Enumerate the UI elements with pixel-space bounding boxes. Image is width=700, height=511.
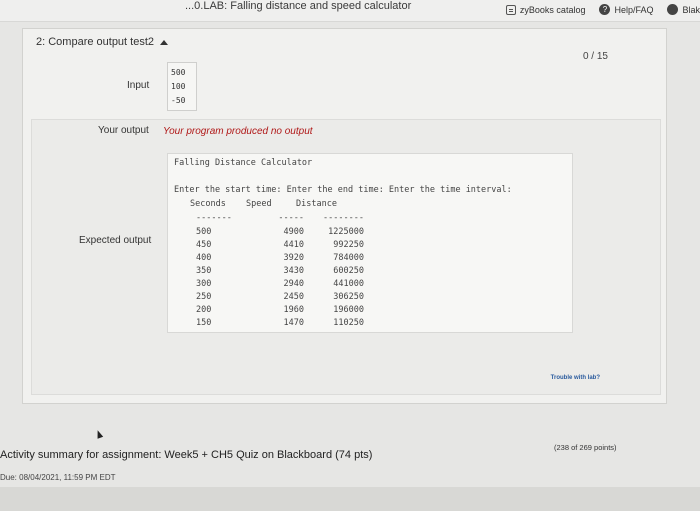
cell-seconds: 500 xyxy=(196,227,212,237)
expected-column-headers: Seconds Speed Distance xyxy=(190,199,356,209)
book-icon xyxy=(505,4,516,15)
test-toggle[interactable]: 2: Compare output test2 xyxy=(36,36,169,48)
cell-distance: 992250 xyxy=(333,240,364,250)
expected-title: Falling Distance Calculator xyxy=(174,158,313,168)
user-menu-link[interactable]: Blak xyxy=(667,4,700,15)
dash-speed: ----- xyxy=(278,213,304,223)
header-dashes: ------- ----- -------- xyxy=(196,213,364,223)
dash-distance: -------- xyxy=(323,213,364,223)
help-faq-label: Help/FAQ xyxy=(614,4,654,15)
test-card: 2: Compare output test2 0 / 15 Input 500… xyxy=(22,28,667,404)
test-title: 2: Compare output test2 xyxy=(36,36,155,48)
help-faq-link[interactable]: ? Help/FAQ xyxy=(599,4,653,15)
cell-seconds: 200 xyxy=(196,305,212,315)
input-value: 100 xyxy=(171,82,186,91)
cell-distance: 196000 xyxy=(333,305,364,315)
table-row: 150 1470 110250 xyxy=(196,317,364,330)
zybooks-catalog-link[interactable]: zyBooks catalog xyxy=(505,4,586,15)
cell-speed: 1470 xyxy=(283,318,304,328)
cell-speed: 2450 xyxy=(283,292,304,302)
table-row: 400 3920 784000 xyxy=(196,252,364,265)
page-title: ...0.LAB: Falling distance and speed cal… xyxy=(185,0,412,12)
cell-seconds: 450 xyxy=(196,240,212,250)
expected-output-box: Falling Distance Calculator Enter the st… xyxy=(167,153,573,333)
trouble-with-lab-link[interactable]: Trouble with lab? xyxy=(551,375,600,381)
dash-seconds: ------- xyxy=(196,213,232,223)
cell-distance: 1225000 xyxy=(328,227,364,237)
header-distance: Distance xyxy=(296,199,337,209)
user-name-label: Blak xyxy=(682,4,700,15)
cell-distance: 306250 xyxy=(333,292,364,302)
points-total: (238 of 269 points) xyxy=(554,443,617,452)
cell-distance: 784000 xyxy=(333,253,364,263)
zybooks-catalog-label: zyBooks catalog xyxy=(519,4,586,15)
expected-output-label: Expected output xyxy=(79,235,152,246)
chevron-up-icon xyxy=(160,39,169,45)
cell-speed: 4410 xyxy=(283,240,304,250)
cell-seconds: 350 xyxy=(196,266,212,276)
cell-distance: 110250 xyxy=(333,318,364,328)
due-date: Due: 08/04/2021, 11:59 PM EDT xyxy=(0,473,116,482)
top-links: zyBooks catalog ? Help/FAQ Blak xyxy=(505,4,700,15)
table-row: 450 4410 992250 xyxy=(196,239,364,252)
table-row: 500 4900 1225000 xyxy=(196,226,364,239)
cell-speed: 4900 xyxy=(283,227,304,237)
cell-distance: 441000 xyxy=(333,279,364,289)
your-output-text: Your program produced no output xyxy=(163,126,313,137)
input-value: 500 xyxy=(171,68,186,77)
cell-seconds: 300 xyxy=(196,279,212,289)
mouse-cursor-icon xyxy=(94,429,104,439)
cell-seconds: 400 xyxy=(196,253,212,263)
table-row: 300 2940 441000 xyxy=(196,278,364,291)
input-value: -50 xyxy=(171,96,186,105)
input-values-box: 500 100 -50 xyxy=(167,62,197,111)
bottom-bar xyxy=(0,487,700,511)
table-row: 250 2450 306250 xyxy=(196,291,364,304)
top-bar: ...0.LAB: Falling distance and speed cal… xyxy=(0,0,700,22)
test-score: 0 / 15 xyxy=(582,51,608,62)
activity-summary: Activity summary for assignment: Week5 +… xyxy=(0,449,373,461)
expected-prompt: Enter the start time: Enter the end time… xyxy=(174,185,512,195)
user-icon xyxy=(667,4,679,15)
header-speed: Speed xyxy=(246,199,272,209)
help-icon: ? xyxy=(599,4,611,15)
cell-speed: 3920 xyxy=(283,253,304,263)
input-label: Input xyxy=(127,80,150,91)
cell-speed: 1960 xyxy=(283,305,304,315)
your-output-label: Your output xyxy=(98,125,149,136)
table-row: 200 1960 196000 xyxy=(196,304,364,317)
header-seconds: Seconds xyxy=(190,199,226,209)
cell-seconds: 150 xyxy=(196,318,212,328)
cell-seconds: 250 xyxy=(196,292,212,302)
table-row: 350 3430 600250 xyxy=(196,265,364,278)
expected-rows: 500 4900 1225000 450 4410 992250 400 3920 7840… xyxy=(196,226,364,330)
cell-speed: 2940 xyxy=(283,279,304,289)
cell-speed: 3430 xyxy=(283,266,304,276)
cell-distance: 600250 xyxy=(333,266,364,276)
